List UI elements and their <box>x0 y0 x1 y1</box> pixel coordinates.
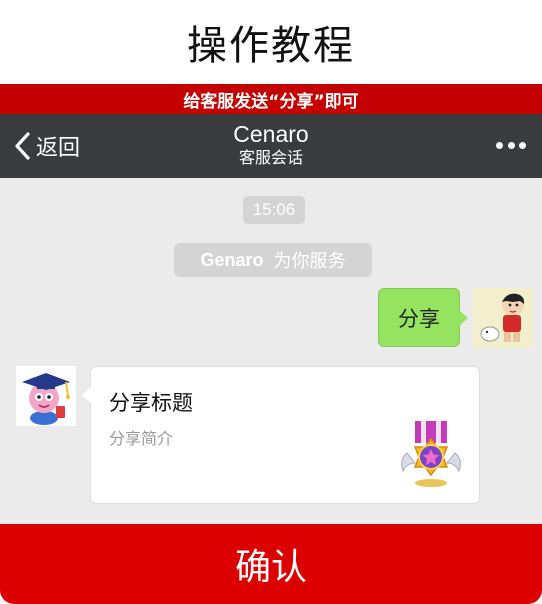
cartoon-boy-avatar-icon <box>473 288 533 348</box>
instruction-banner: 给客服发送“分享”即可 <box>0 84 542 114</box>
confirm-label: 确认 <box>234 547 307 588</box>
system-message: Genaro 为你服务 <box>174 243 372 277</box>
chat-navbar: 返回 Cenaro 客服会话 <box>0 114 542 178</box>
share-card-message[interactable]: 分享标题 分享简介 <box>82 366 480 504</box>
system-message-text: 为你服务 <box>273 251 346 272</box>
share-card-title: 分享标题 <box>109 391 193 415</box>
medal-badge-icon <box>401 421 461 487</box>
tutorial-header: 操作教程 <box>0 0 542 84</box>
conversation-title: Cenaro 客服会话 <box>0 120 542 168</box>
sent-message-text: 分享 <box>398 306 440 331</box>
graduate-mascot-avatar-icon <box>16 366 76 426</box>
contact-name: Cenaro <box>233 121 309 147</box>
conversation-subtitle: 客服会话 <box>238 148 303 167</box>
tutorial-screen: 操作教程 给客服发送“分享”即可 返回 Cenaro 客服会话 15:06 Ge… <box>0 0 542 604</box>
chat-area[interactable]: 15:06 Genaro 为你服务 分享 分享标题 分享简介 <box>0 178 542 524</box>
more-dots-icon <box>496 141 503 149</box>
sent-message-bubble[interactable]: 分享 <box>378 288 468 347</box>
page-title: 操作教程 <box>187 23 355 69</box>
instruction-text: 给客服发送“分享”即可 <box>183 91 359 112</box>
user-avatar[interactable] <box>473 288 533 348</box>
service-agent-name: Genaro <box>200 249 264 270</box>
share-card-description: 分享简介 <box>109 429 174 448</box>
service-avatar[interactable] <box>16 366 76 426</box>
message-timestamp: 15:06 <box>243 196 305 224</box>
more-options-button[interactable] <box>496 138 526 152</box>
confirm-button[interactable]: 确认 <box>0 524 542 604</box>
